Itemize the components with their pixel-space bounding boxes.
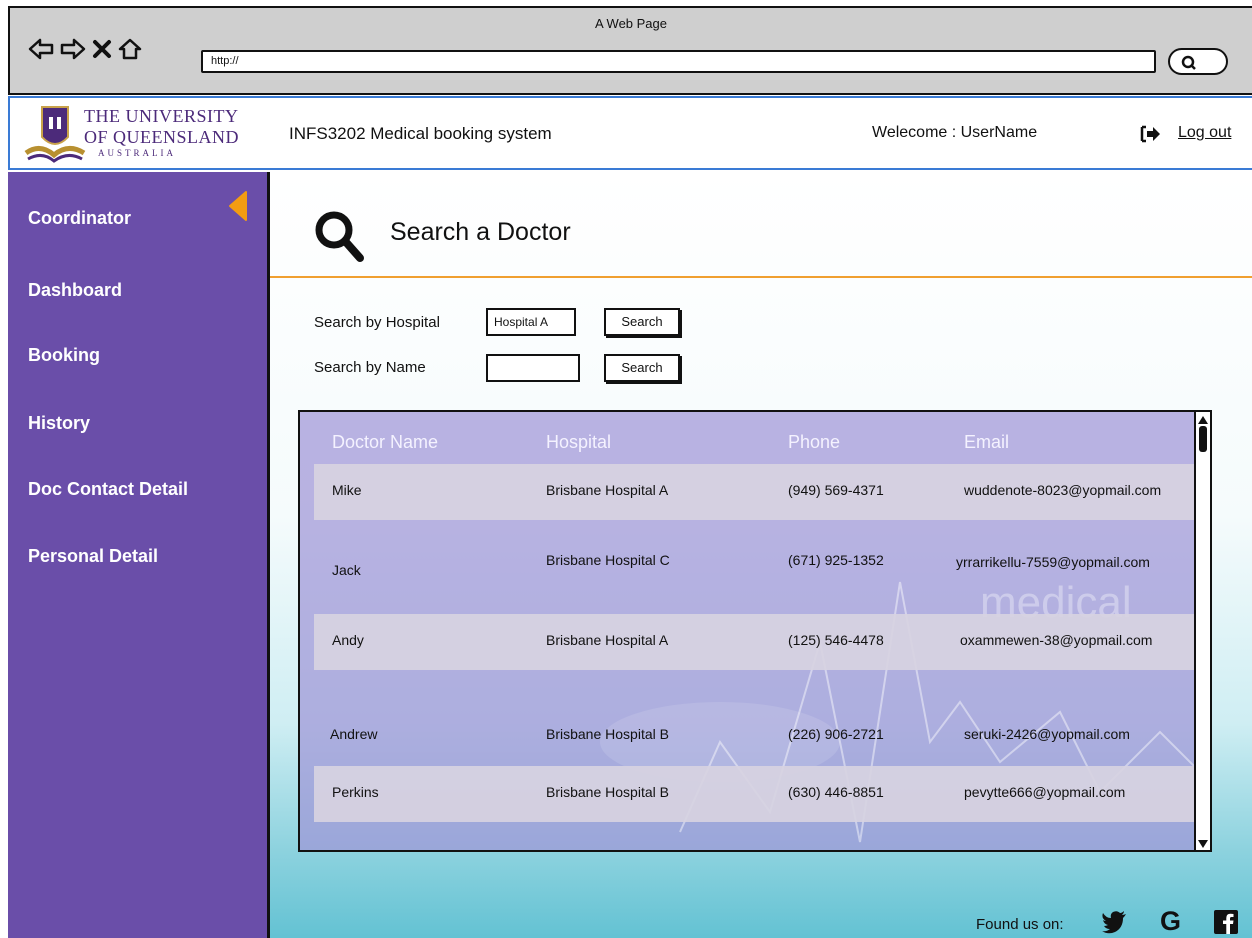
name-search-input[interactable] [486,354,580,382]
cell-doctor-name: Jack [332,562,361,578]
stop-x-icon[interactable] [92,39,112,59]
cell-hospital: Brisbane Hospital B [546,726,669,742]
hospital-search-button[interactable]: Search [604,308,680,336]
name-search-button[interactable]: Search [604,354,680,382]
forward-arrow-icon[interactable] [60,38,86,60]
url-input[interactable]: http:// [201,50,1156,73]
column-header-hospital: Hospital [546,432,612,452]
university-name: THE UNIVERSITY OF QUEENSLAND AUSTRALIA [84,106,239,158]
browser-search-button[interactable] [1168,48,1228,75]
sidebar-item-personal-detail[interactable]: Personal Detail [28,546,158,567]
scroll-up-icon[interactable] [1196,414,1210,426]
cell-email: yrrarrikellu-7559@yopmail.com [956,554,1150,570]
table-row[interactable]: Andy Brisbane Hospital A (125) 546-4478 … [314,614,1206,670]
table-row[interactable]: Jack Brisbane Hospital C (671) 925-1352 … [314,520,1206,578]
google-icon[interactable]: G [1160,906,1181,937]
system-title: INFS3202 Medical booking system [289,124,552,143]
column-header-doctor-name: Doctor Name [332,432,439,452]
active-indicator-icon [229,191,247,221]
cell-phone: (671) 925-1352 [788,552,884,568]
cell-email: pevytte666@yopmail.com [964,784,1126,800]
browser-window-chrome: A Web Page http:// [8,6,1252,95]
cell-email: wuddenote-8023@yopmail.com [964,482,1162,498]
cell-hospital: Brisbane Hospital C [546,552,670,568]
cell-doctor-name: Andrew [330,726,378,742]
sidebar-nav: Coordinator Dashboard Booking History Do… [8,172,270,938]
table-row[interactable]: Mike Brisbane Hospital A (949) 569-4371 … [314,464,1206,520]
magnifier-icon [1181,55,1196,70]
table-scrollbar[interactable] [1194,412,1210,850]
logout-icon[interactable] [1140,124,1162,149]
back-arrow-icon[interactable] [28,38,54,60]
sidebar-item-history[interactable]: History [28,413,90,434]
doctor-table: medical Doctor Name Hospital Phone Email… [298,410,1212,852]
column-header-phone: Phone [788,432,841,452]
cell-hospital: Brisbane Hospital A [546,632,669,648]
sidebar-item-coordinator[interactable]: Coordinator [28,208,131,229]
cell-hospital: Brisbane Hospital A [546,482,669,498]
browser-nav-icons [28,38,142,60]
uq-crest-icon [24,106,86,163]
search-icon [315,211,364,262]
search-hospital-label: Search by Hospital [314,314,440,331]
logout-link[interactable]: Log out [1178,124,1231,142]
table-row[interactable]: Perkins Brisbane Hospital B (630) 446-88… [314,766,1206,822]
cell-phone: (949) 569-4371 [788,482,884,498]
cell-phone: (630) 446-8851 [788,784,884,800]
cell-email: oxammewen-38@yopmail.com [960,632,1153,648]
site-header: THE UNIVERSITY OF QUEENSLAND AUSTRALIA I… [8,96,1252,170]
main-content: Search a Doctor Search by Hospital Searc… [270,172,1252,938]
search-name-label: Search by Name [314,359,426,376]
sidebar-item-booking[interactable]: Booking [28,345,100,366]
cell-doctor-name: Mike [332,482,362,498]
cell-doctor-name: Andy [332,632,364,648]
column-header-email: Email [964,432,1010,452]
scroll-down-icon[interactable] [1196,838,1210,850]
cell-doctor-name: Perkins [332,784,379,800]
twitter-icon[interactable] [1102,910,1128,938]
cell-email: seruki-2426@yopmail.com [964,726,1130,742]
cell-phone: (226) 906-2721 [788,726,884,742]
table-row[interactable]: Andrew Brisbane Hospital B (226) 906-272… [314,694,1206,750]
hospital-search-input[interactable] [486,308,576,336]
facebook-icon[interactable] [1214,910,1238,938]
page-title: Search a Doctor [390,218,571,246]
scroll-thumb[interactable] [1199,426,1207,452]
cell-phone: (125) 546-4478 [788,632,884,648]
cell-hospital: Brisbane Hospital B [546,784,669,800]
welcome-text: Welecome : UserName [872,124,1038,141]
home-icon[interactable] [118,38,142,60]
window-title: A Web Page [594,16,668,31]
found-us-label: Found us on: [976,916,1064,933]
sidebar-item-doc-contact-detail[interactable]: Doc Contact Detail [28,479,188,500]
sidebar-item-dashboard[interactable]: Dashboard [28,280,122,301]
page-heading: Search a Doctor [270,172,1252,278]
